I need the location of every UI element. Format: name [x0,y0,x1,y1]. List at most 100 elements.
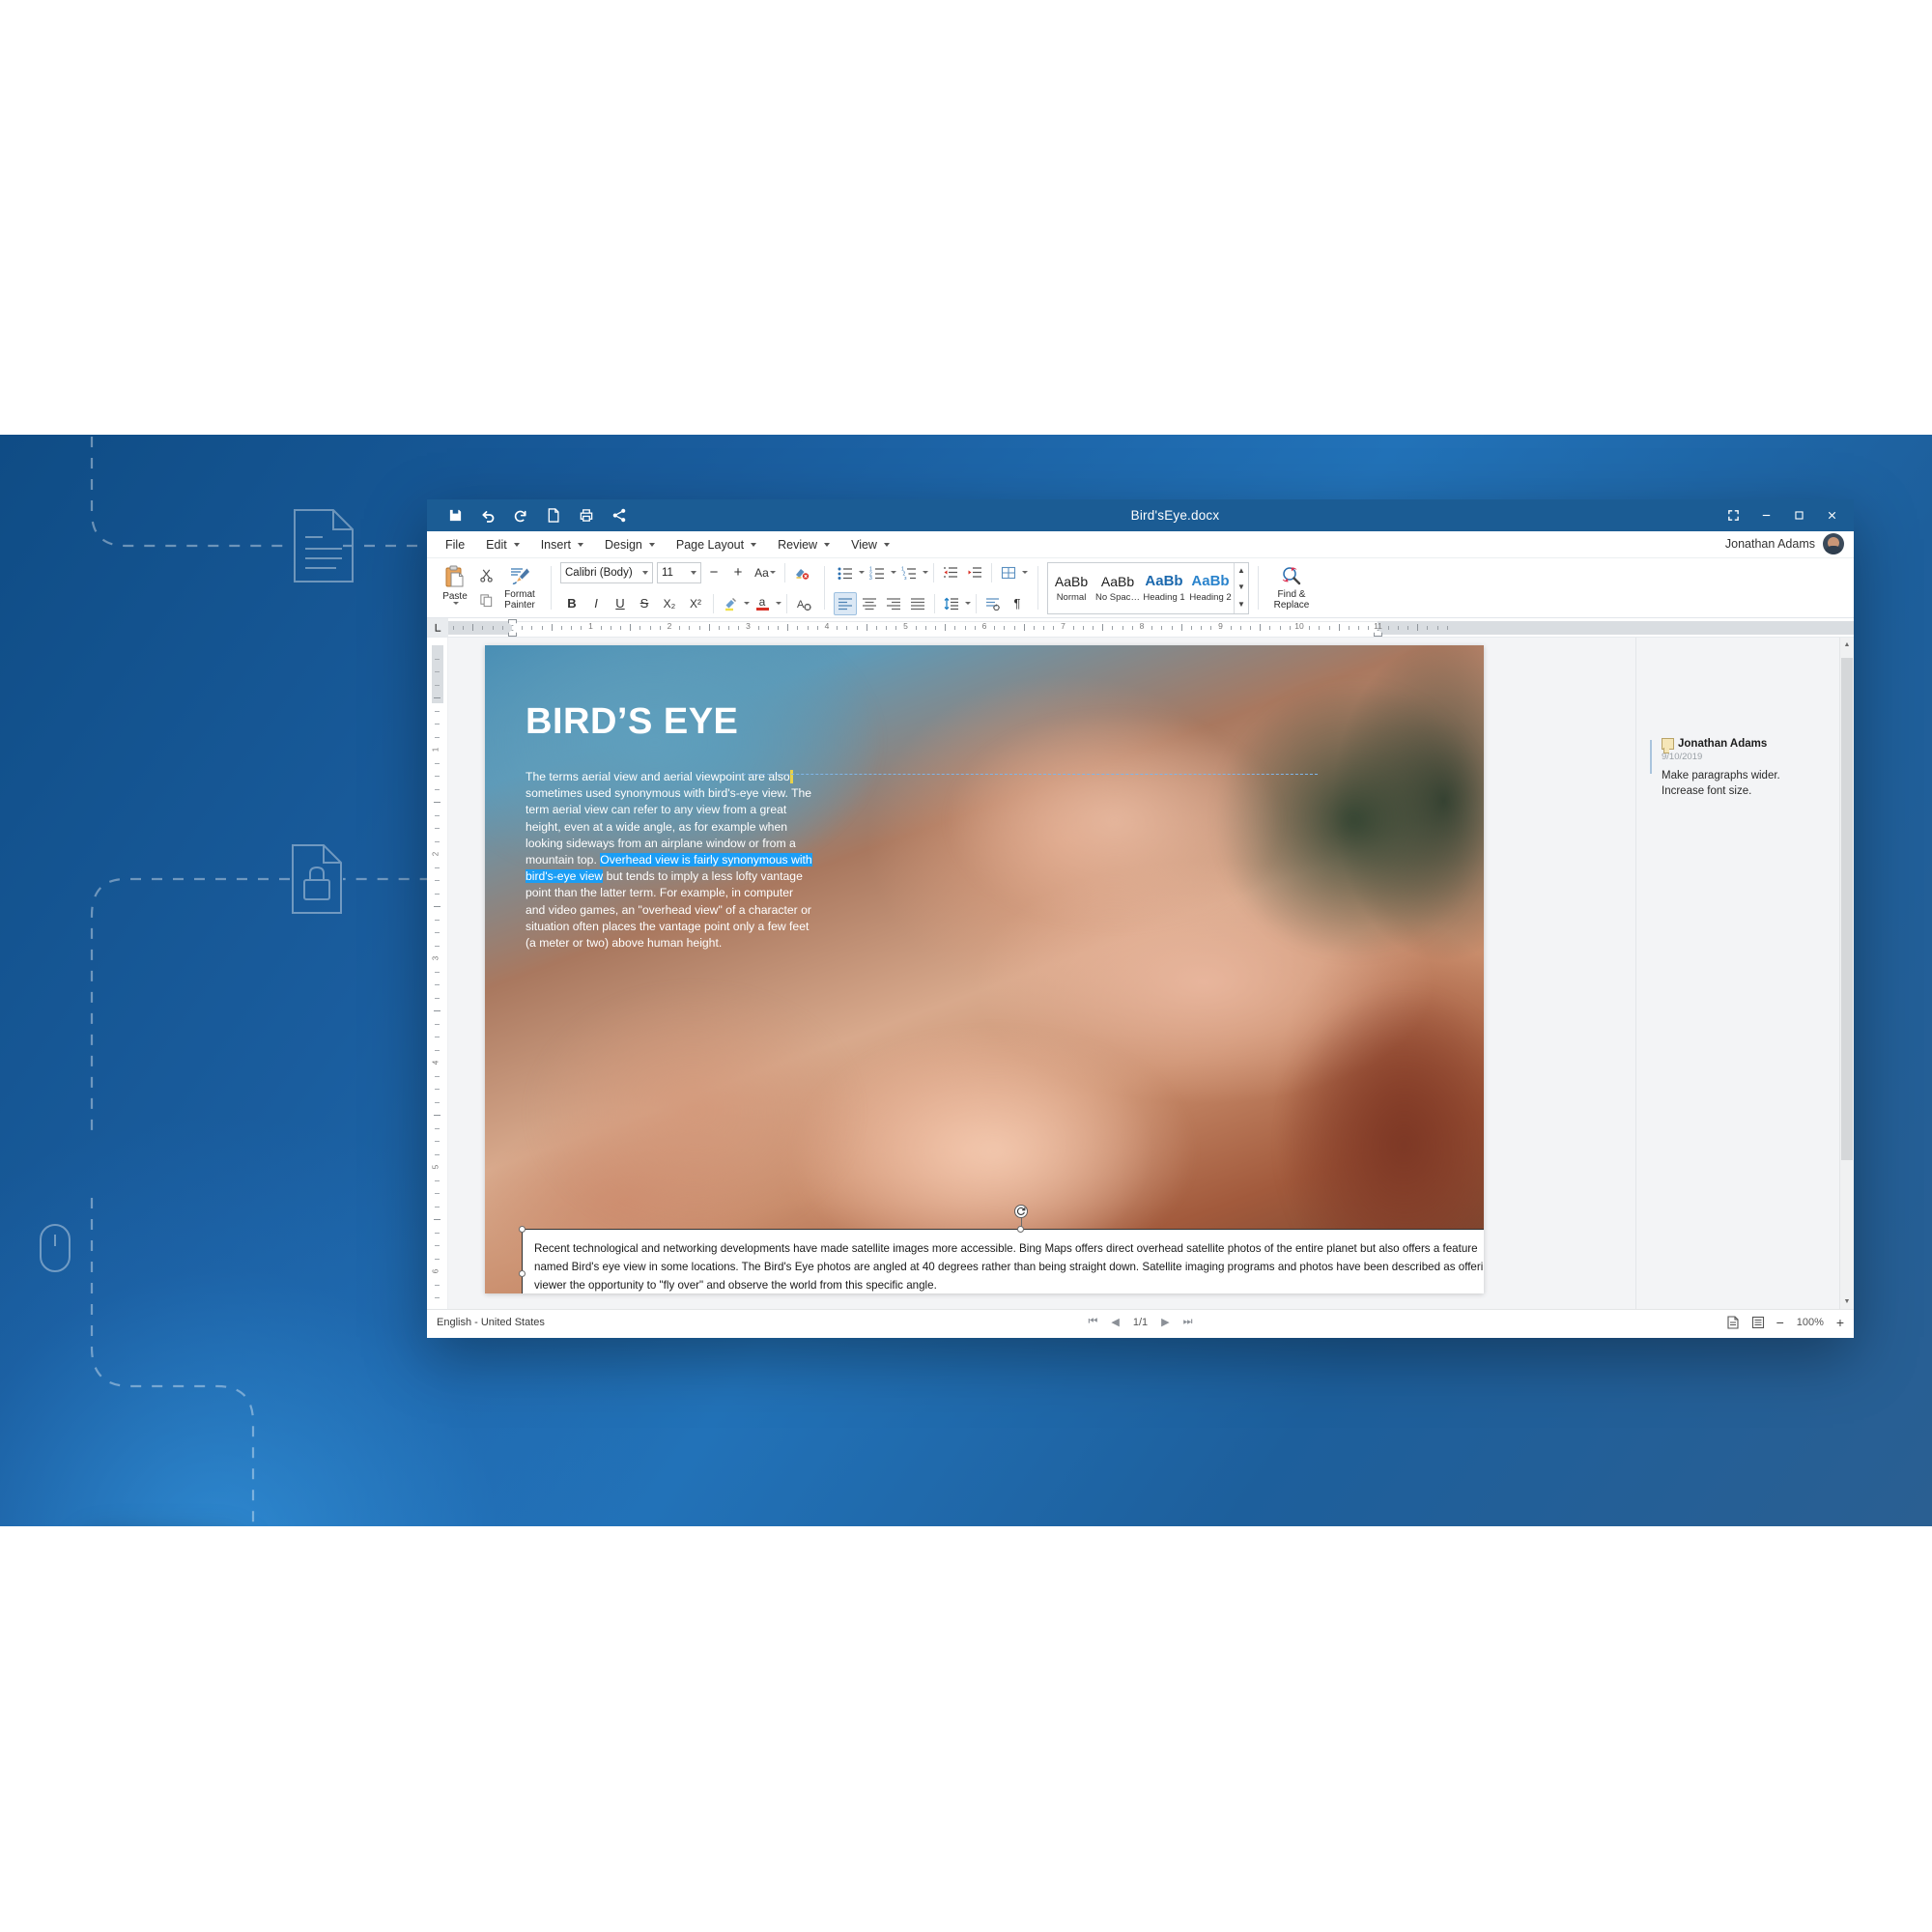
redo-icon[interactable] [506,503,535,528]
chevron-down-icon[interactable] [744,602,750,605]
scrollbar-thumb[interactable] [1841,658,1853,1160]
menu-edit[interactable]: Edit [475,533,530,556]
chevron-down-icon[interactable] [891,571,896,574]
change-case-button[interactable]: Aa [751,561,780,584]
decrease-indent-button[interactable] [939,561,962,584]
resize-handle-tl[interactable] [519,1226,526,1233]
close-button[interactable] [1815,502,1848,529]
menu-file[interactable]: File [435,533,475,556]
menu-view[interactable]: View [840,533,900,556]
text-highlight-button[interactable] [719,592,742,615]
cut-button[interactable] [474,564,497,587]
strikethrough-button[interactable]: S [633,592,656,615]
justify-button[interactable] [906,592,929,615]
chevron-down-icon[interactable] [1022,571,1028,574]
avatar[interactable] [1823,533,1844,554]
numbered-list-button[interactable]: 123 [866,561,889,584]
font-family-select[interactable]: Calibri (Body) [560,561,653,583]
scroll-down-icon[interactable]: ▼ [1840,1294,1854,1309]
style-no-spacing[interactable]: AaBb No Spaci... [1094,563,1141,613]
zoom-out-button[interactable]: − [1776,1316,1784,1329]
bold-button[interactable]: B [560,592,583,615]
decrease-font-size-button[interactable]: − [702,561,725,584]
chevron-down-icon[interactable] [776,602,781,605]
paste-button[interactable]: Paste [436,562,474,614]
zoom-in-button[interactable]: + [1836,1316,1844,1329]
increase-indent-button[interactable] [963,561,986,584]
comment-item[interactable]: Jonathan Adams 9/10/2019 Make paragraphs… [1650,738,1842,799]
style-heading-2[interactable]: AaBb Heading 2 [1187,563,1234,613]
save-icon[interactable] [440,503,469,528]
clear-formatting-button[interactable] [790,561,813,584]
chevron-down-icon [824,542,831,547]
fullscreen-button[interactable] [1717,502,1749,529]
format-painter-button[interactable]: Format Painter [497,562,542,614]
font-size-select[interactable]: 11 [657,561,701,583]
chevron-down-icon[interactable] [859,571,865,574]
rotate-handle-icon[interactable] [1014,1205,1028,1218]
styles-scroll-up-icon[interactable]: ▲ [1237,567,1245,575]
text-effects-button[interactable]: A [792,592,815,615]
menu-insert[interactable]: Insert [530,533,594,556]
scrollbar-track[interactable] [1840,652,1854,1294]
subscript-button[interactable]: X₂ [657,592,682,615]
account-area[interactable]: Jonathan Adams [1725,533,1844,554]
increase-font-size-button[interactable]: + [726,561,750,584]
chevron-down-icon[interactable] [452,601,459,605]
document-canvas[interactable]: BIRD’S EYE The terms aerial view and aer… [448,638,1635,1309]
last-page-button[interactable]: ⏭ [1183,1316,1193,1328]
chevron-down-icon[interactable] [965,602,971,605]
superscript-button[interactable]: X² [683,592,708,615]
horizontal-ruler[interactable]: 1 2 3 4 5 6 7 8 9 10 11 [448,618,1854,637]
menu-design[interactable]: Design [594,533,666,556]
underline-button[interactable]: U [609,592,632,615]
vertical-scrollbar[interactable]: ▲ ▼ [1839,638,1854,1309]
ruler-number: 3 [746,621,751,631]
tab-stop-selector[interactable] [427,618,448,637]
menu-review[interactable]: Review [767,533,840,556]
find-replace-button[interactable]: Find & Replace [1267,562,1316,614]
multilevel-list-button[interactable]: 123 [897,561,921,584]
italic-button[interactable]: I [584,592,608,615]
show-marks-button[interactable]: ¶ [1006,592,1029,615]
scroll-up-icon[interactable]: ▲ [1840,638,1854,652]
selected-text-box[interactable]: Recent technological and networking deve… [519,1205,1484,1293]
styles-expand-icon[interactable]: ▼ [1237,600,1245,609]
ruler-tick [472,624,474,631]
svg-text:3: 3 [904,576,907,580]
style-heading-1[interactable]: AaBb Heading 1 [1141,563,1187,613]
ruler-tick [434,1010,440,1011]
menu-bar: File Edit Insert Design Page Layout Revi… [427,531,1854,558]
print-layout-view-icon[interactable] [1726,1315,1740,1329]
first-page-button[interactable]: ⏮ [1088,1316,1097,1328]
resize-handle-ml[interactable] [519,1269,526,1277]
menu-page-layout[interactable]: Page Layout [666,533,767,556]
align-right-button[interactable] [882,592,905,615]
align-center-button[interactable] [858,592,881,615]
styles-scroll-down-icon[interactable]: ▼ [1237,583,1245,591]
web-layout-view-icon[interactable] [1751,1316,1765,1329]
document-body-paragraph[interactable]: The terms aerial view and aerial viewpoi… [526,769,815,952]
align-left-button[interactable] [834,591,857,615]
maximize-button[interactable] [1782,502,1815,529]
resize-handle-tc[interactable] [1017,1226,1024,1233]
undo-icon[interactable] [473,503,502,528]
insert-table-button[interactable] [997,561,1020,584]
share-icon[interactable] [605,503,634,528]
bullet-list-button[interactable] [834,561,857,584]
style-normal[interactable]: AaBb Normal [1048,563,1094,613]
minimize-button[interactable] [1749,502,1782,529]
font-color-button[interactable]: a [751,592,774,615]
copy-button[interactable] [474,589,497,612]
next-page-button[interactable]: ▶ [1161,1316,1169,1328]
document-page[interactable]: BIRD’S EYE The terms aerial view and aer… [485,645,1484,1293]
line-spacing-button[interactable] [940,592,963,615]
paragraph-settings-button[interactable] [981,592,1005,615]
chevron-down-icon[interactable] [923,571,928,574]
document-heading[interactable]: BIRD’S EYE [526,701,738,743]
vertical-ruler[interactable]: 1 2 3 4 5 6 [427,638,448,1309]
previous-page-button[interactable]: ◀ [1111,1316,1119,1328]
new-document-icon[interactable] [539,503,568,528]
print-icon[interactable] [572,503,601,528]
language-status[interactable]: English - United States [437,1317,545,1328]
